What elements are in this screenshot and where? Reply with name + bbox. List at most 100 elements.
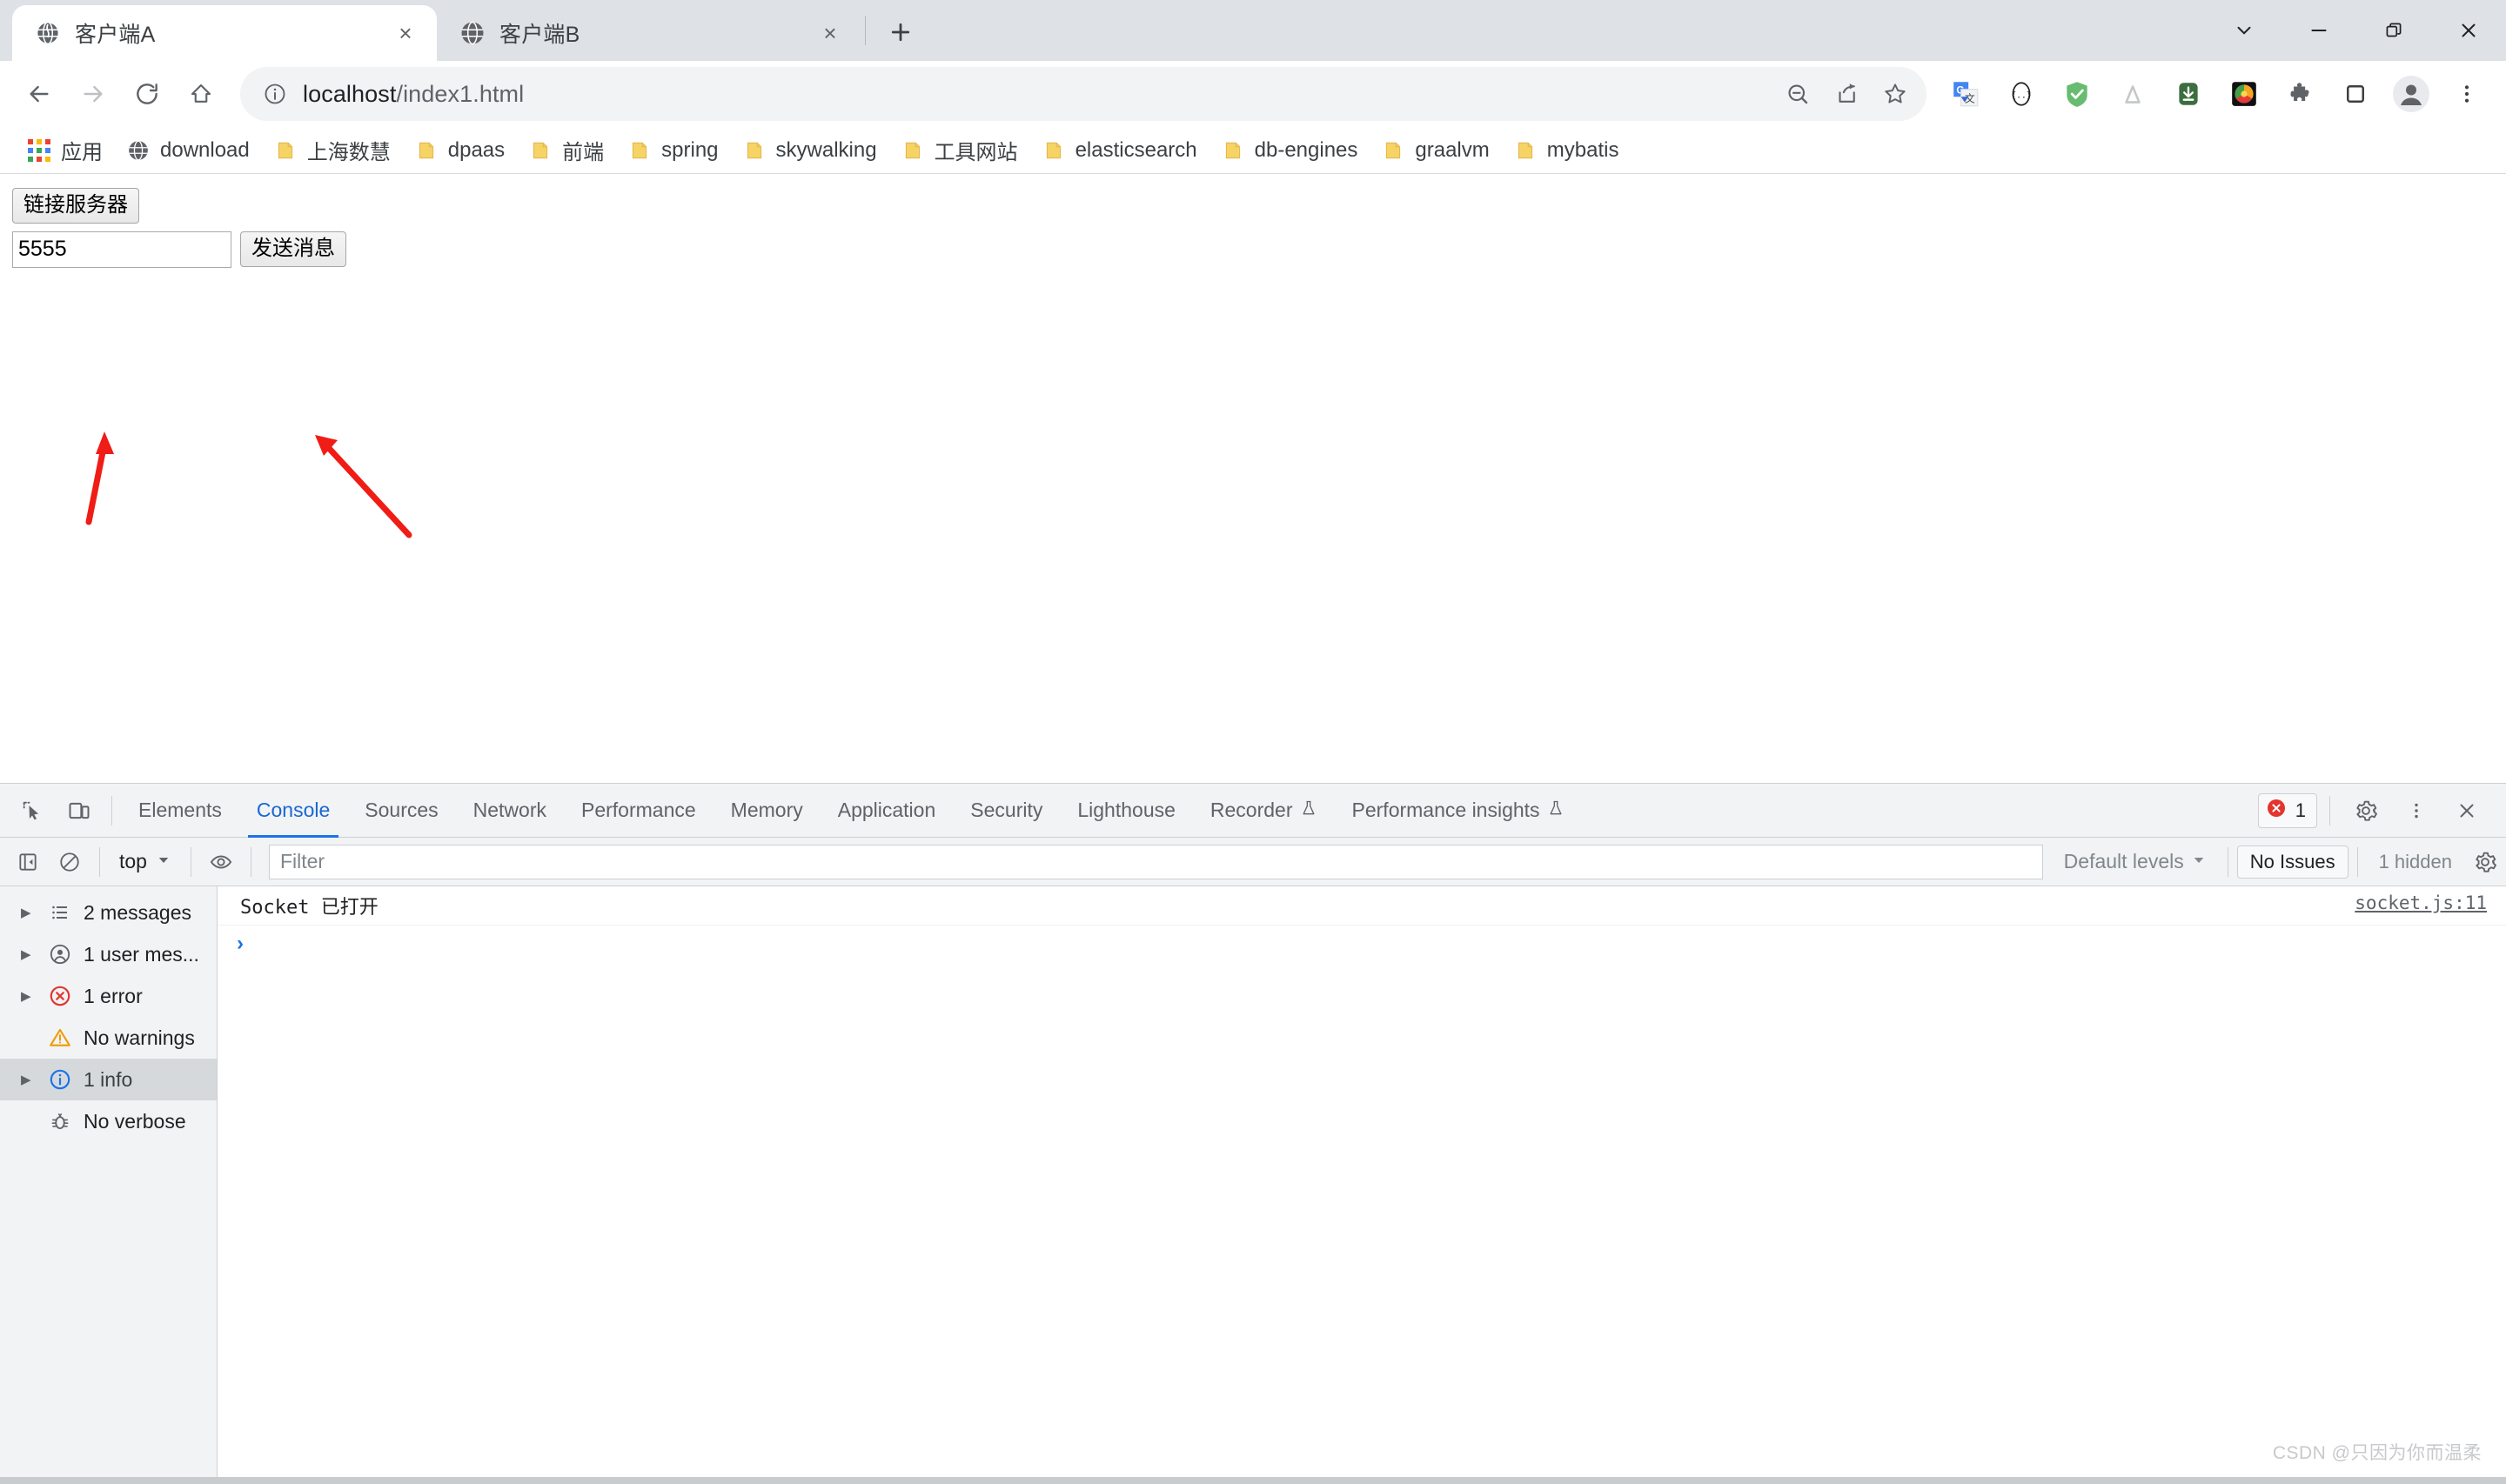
sidebar-item-user-messages[interactable]: ▶ 1 user mes... bbox=[0, 933, 217, 975]
horizontal-scrollbar[interactable] bbox=[0, 1477, 2506, 1484]
tab-close-button[interactable]: × bbox=[814, 17, 846, 49]
console-settings-gear-icon[interactable] bbox=[2464, 841, 2506, 883]
device-toolbar-icon[interactable] bbox=[56, 787, 103, 834]
console-output[interactable]: Socket 已打开 socket.js:11 › CSDN @只因为你而温柔 bbox=[218, 886, 2506, 1484]
tab-client-a[interactable]: 客户端A × bbox=[12, 5, 437, 61]
profile-avatar-icon[interactable] bbox=[2384, 67, 2438, 121]
side-panel-icon[interactable] bbox=[2328, 67, 2382, 121]
puzzle-extensions-icon[interactable] bbox=[2273, 67, 2327, 121]
console-message-row[interactable]: Socket 已打开 socket.js:11 bbox=[218, 886, 2506, 926]
console-message-source-link[interactable]: socket.js:11 bbox=[2355, 892, 2487, 913]
message-input[interactable] bbox=[12, 231, 231, 268]
error-count-badge[interactable]: 1 bbox=[2257, 792, 2317, 828]
tab-strip: 客户端A × 客户端B × bbox=[0, 0, 2506, 61]
watermark-text: CSDN @只因为你而温柔 bbox=[2272, 1443, 2482, 1463]
folder-icon bbox=[529, 139, 552, 162]
tab-title: 客户端B bbox=[499, 23, 580, 47]
expand-arrow-icon[interactable]: ▶ bbox=[21, 906, 37, 919]
bookmark-label: mybatis bbox=[1546, 137, 1619, 162]
bookmark-folder-graalvm[interactable]: graalvm bbox=[1370, 131, 1501, 170]
tab-client-b[interactable]: 客户端B × bbox=[437, 5, 861, 61]
kebab-menu-icon[interactable] bbox=[2440, 67, 2494, 121]
bookmark-folder-elasticsearch[interactable]: elasticsearch bbox=[1030, 131, 1209, 170]
tab-application[interactable]: Application bbox=[821, 784, 954, 838]
info-circle-icon bbox=[47, 1066, 73, 1093]
home-icon[interactable] bbox=[174, 67, 228, 121]
bookmark-folder-frontend[interactable]: 前端 bbox=[517, 131, 616, 170]
clear-console-icon[interactable] bbox=[49, 841, 90, 883]
tab-elements[interactable]: Elements bbox=[121, 784, 239, 838]
inspect-element-icon[interactable] bbox=[9, 787, 56, 834]
bookmark-folder-db-engines[interactable]: db-engines bbox=[1209, 131, 1370, 170]
tab-performance-insights[interactable]: Performance insights bbox=[1335, 784, 1582, 838]
bookmark-folder-skywalking[interactable]: skywalking bbox=[731, 131, 889, 170]
tab-performance[interactable]: Performance bbox=[564, 784, 714, 838]
url-text[interactable]: localhost/index1.html bbox=[294, 81, 1773, 108]
bookmark-star-icon[interactable] bbox=[1871, 70, 1920, 118]
tab-label: Network bbox=[472, 799, 546, 821]
tab-sources[interactable]: Sources bbox=[347, 784, 455, 838]
colorful-extension-icon[interactable] bbox=[2217, 67, 2271, 121]
apps-grid-icon bbox=[28, 138, 50, 162]
execution-context-select[interactable]: top bbox=[109, 843, 182, 881]
reload-icon[interactable] bbox=[120, 67, 174, 121]
send-message-button[interactable]: 发送消息 bbox=[240, 231, 346, 268]
sidebar-item-info[interactable]: ▶ 1 info bbox=[0, 1059, 217, 1100]
bookmark-folder-dpaas[interactable]: dpaas bbox=[403, 131, 517, 170]
bookmark-download[interactable]: download bbox=[115, 131, 262, 170]
restore-button[interactable] bbox=[2356, 0, 2431, 61]
actions-divider bbox=[2329, 795, 2330, 826]
minimize-button[interactable] bbox=[2282, 0, 2356, 61]
sidebar-item-label: No warnings bbox=[84, 1026, 195, 1049]
google-translate-icon[interactable]: G 文 bbox=[1939, 67, 1993, 121]
bookmark-apps[interactable]: 应用 bbox=[16, 131, 115, 170]
tab-title: 客户端A bbox=[75, 23, 156, 47]
console-filter-input[interactable] bbox=[268, 844, 2043, 879]
folder-icon bbox=[415, 139, 438, 162]
close-window-button[interactable] bbox=[2431, 0, 2506, 61]
download-manager-icon[interactable] bbox=[2161, 67, 2215, 121]
sidebar-item-verbose[interactable]: No verbose bbox=[0, 1100, 217, 1142]
console-toolbar: top Default levels No Iss bbox=[0, 838, 2506, 886]
expand-arrow-icon[interactable]: ▶ bbox=[21, 1073, 37, 1086]
tab-recorder[interactable]: Recorder bbox=[1193, 784, 1335, 838]
expand-arrow-icon[interactable]: ▶ bbox=[21, 948, 37, 961]
zoom-out-icon[interactable] bbox=[1773, 70, 1822, 118]
tab-lighthouse[interactable]: Lighthouse bbox=[1060, 784, 1193, 838]
mountain-icon[interactable] bbox=[2106, 67, 2160, 121]
kebab-menu-icon[interactable] bbox=[2393, 787, 2440, 834]
share-icon[interactable] bbox=[1822, 70, 1871, 118]
adguard-shield-icon[interactable] bbox=[2050, 67, 2104, 121]
url-host: localhost bbox=[303, 80, 397, 107]
bookmark-folder-mybatis[interactable]: mybatis bbox=[1502, 131, 1632, 170]
json-formatter-icon[interactable]: {..} bbox=[1994, 67, 2048, 121]
connect-server-button[interactable]: 链接服务器 bbox=[12, 188, 139, 224]
expand-arrow-icon[interactable]: ▶ bbox=[21, 990, 37, 1003]
bookmark-label: 前端 bbox=[562, 141, 605, 164]
sidebar-item-messages[interactable]: ▶ 2 messages bbox=[0, 892, 217, 933]
tab-search-chevron-down-icon[interactable] bbox=[2207, 0, 2282, 61]
sidebar-toggle-icon[interactable] bbox=[7, 841, 49, 883]
no-issues-button[interactable]: No Issues bbox=[2236, 845, 2349, 879]
address-bar[interactable]: localhost/index1.html bbox=[240, 67, 1926, 121]
tab-console[interactable]: Console bbox=[239, 784, 347, 838]
bookmark-folder-spring[interactable]: spring bbox=[616, 131, 730, 170]
folder-icon bbox=[1382, 139, 1404, 162]
back-arrow-icon[interactable] bbox=[12, 67, 66, 121]
info-circle-icon[interactable] bbox=[256, 75, 294, 113]
console-prompt[interactable]: › bbox=[218, 926, 2506, 962]
gear-icon[interactable] bbox=[2342, 787, 2389, 834]
close-devtools-icon[interactable] bbox=[2443, 787, 2490, 834]
bookmark-folder-shdh[interactable]: 上海数慧 bbox=[262, 131, 403, 170]
sidebar-item-warnings[interactable]: No warnings bbox=[0, 1017, 217, 1059]
tab-memory[interactable]: Memory bbox=[714, 784, 821, 838]
bookmark-folder-tools[interactable]: 工具网站 bbox=[889, 131, 1030, 170]
sidebar-item-errors[interactable]: ▶ 1 error bbox=[0, 975, 217, 1017]
log-levels-select[interactable]: Default levels bbox=[2052, 850, 2219, 873]
tab-security[interactable]: Security bbox=[953, 784, 1060, 838]
devtools-panel: Elements Console Sources Network Perform… bbox=[0, 783, 2506, 1484]
new-tab-button[interactable] bbox=[876, 8, 925, 57]
eye-icon[interactable] bbox=[200, 841, 242, 883]
tab-network[interactable]: Network bbox=[456, 784, 564, 838]
tab-close-button[interactable]: × bbox=[390, 17, 421, 49]
